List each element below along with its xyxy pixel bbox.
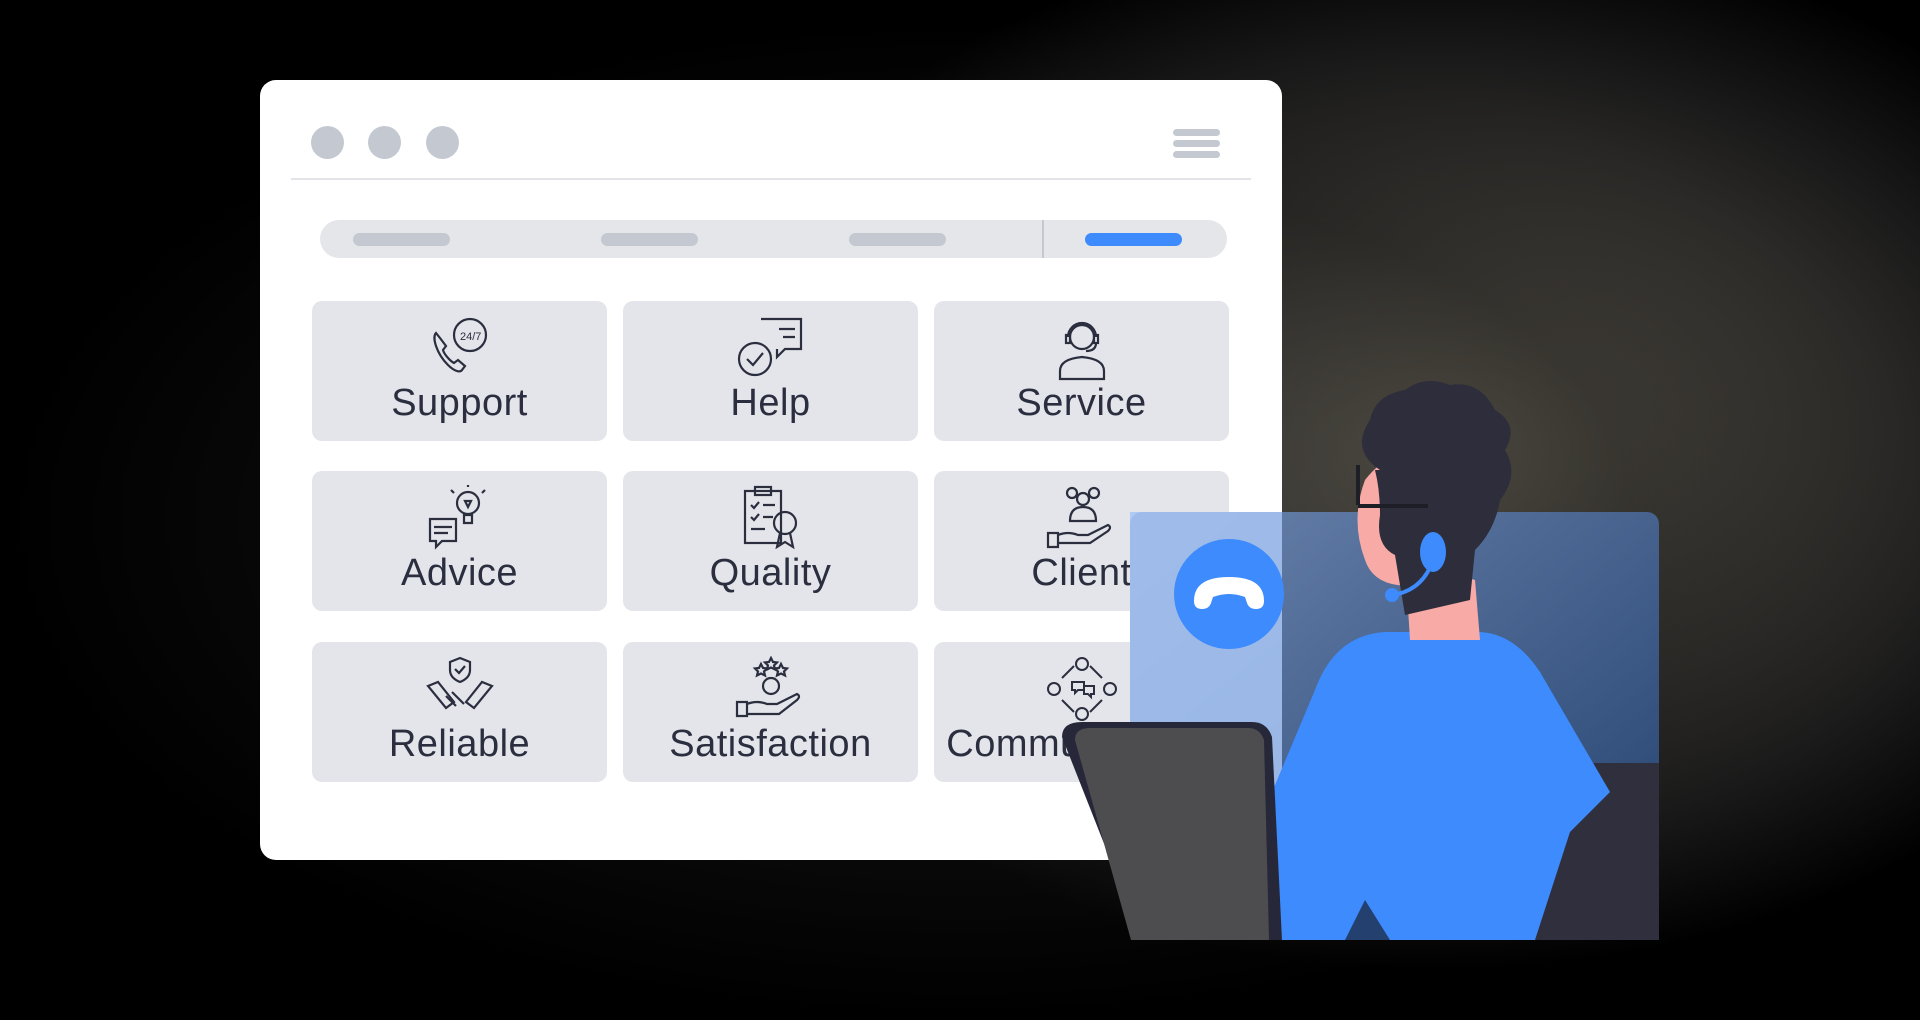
tile-reliable[interactable]: Reliable [312,642,607,782]
window-dot-close[interactable] [311,126,344,159]
nav-tab-3[interactable] [849,233,946,246]
hamburger-menu-icon[interactable] [1173,129,1220,159]
phone-24-7-icon: 24/7 [433,317,488,373]
hang-up-phone-icon [1194,577,1264,609]
tile-label: Advice [400,552,519,594]
handshake-shield-icon [426,656,494,710]
nav-tab-2[interactable] [601,233,698,246]
tile-advice[interactable]: Advice [312,471,607,611]
nav-divider [1042,220,1044,258]
hang-up-button[interactable] [1174,539,1284,649]
tile-label: Communication [946,723,1217,765]
lightbulb-chat-icon [428,485,486,550]
chat-check-icon [737,317,803,377]
hand-group-icon [1046,486,1112,549]
people-cycle-chat-icon [1047,657,1117,721]
tile-support[interactable]: 24/7 Support [312,301,607,441]
tile-label: Help [730,382,811,424]
tile-quality[interactable]: Quality [623,471,918,611]
tile-satisfaction[interactable]: Satisfaction [623,642,918,782]
tile-label: Reliable [388,723,531,765]
header-divider [291,178,1251,180]
tile-label: Quality [709,552,832,594]
tile-label: Service [1016,382,1147,424]
svg-text:24/7: 24/7 [460,331,481,343]
tile-communication[interactable]: Communication [934,642,1229,782]
hand-stars-icon [735,656,801,718]
window-dot-maximize[interactable] [426,126,459,159]
tile-service[interactable]: Service [934,301,1229,441]
window-dot-minimize[interactable] [368,126,401,159]
nav-tab-1[interactable] [353,233,450,246]
tile-help[interactable]: Help [623,301,918,441]
nav-bar [320,220,1227,258]
tile-label: Satisfaction [669,723,872,765]
tile-label: Support [391,382,528,424]
headset-agent-icon [1058,321,1106,381]
nav-tab-4-active[interactable] [1085,233,1182,246]
checklist-badge-icon [743,485,798,550]
